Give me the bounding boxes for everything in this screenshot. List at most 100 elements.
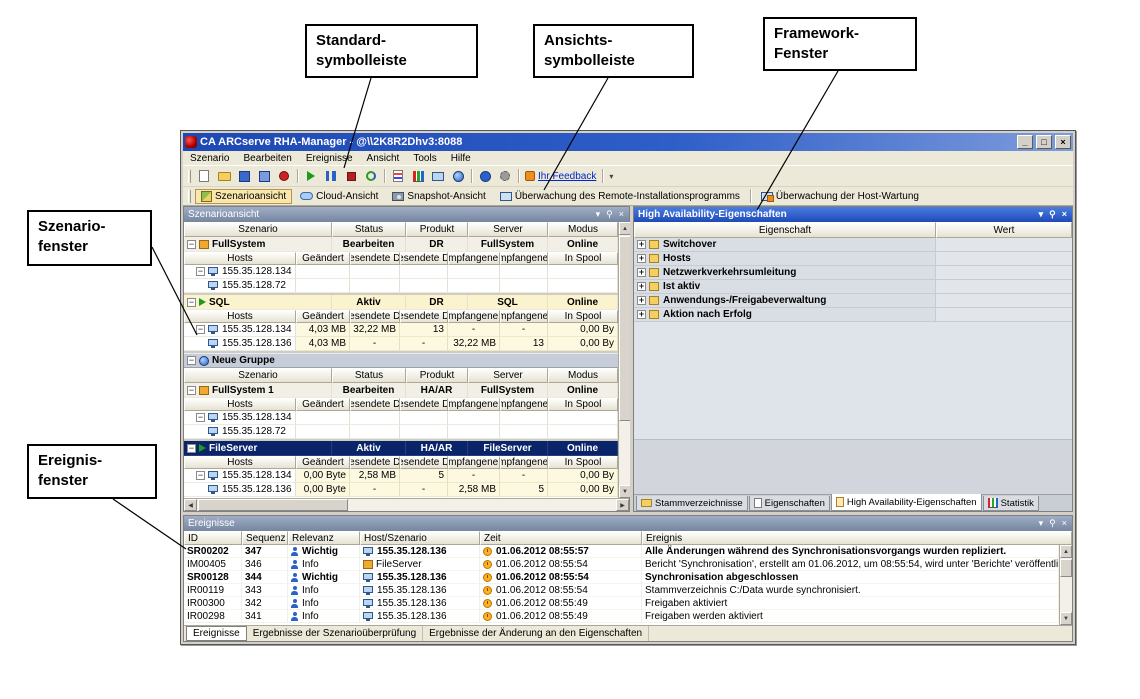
web-portal-button[interactable] <box>449 168 467 185</box>
expand-icon[interactable]: + <box>637 240 646 249</box>
collapse-icon[interactable]: − <box>187 240 196 249</box>
property-row-netzwerkverkehrsumleitung[interactable]: +Netzwerkverkehrsumleitung <box>634 266 1072 280</box>
scrollbar-thumb[interactable] <box>1060 559 1072 577</box>
host-monitor-button[interactable] <box>429 168 447 185</box>
property-row-hosts[interactable]: +Hosts <box>634 252 1072 266</box>
scroll-right-icon[interactable]: ▶ <box>616 499 629 511</box>
column-header-ereignis[interactable]: Ereignis <box>642 531 1072 545</box>
event-row[interactable]: SR00202 347 Wichtig 155.35.128.136 01.06… <box>184 545 1059 558</box>
toolbar-grip[interactable] <box>188 190 191 203</box>
collapse-icon[interactable]: − <box>196 325 205 334</box>
panel-menu-icon[interactable]: ▾ <box>1038 210 1045 219</box>
tab-ereignisse[interactable]: Ereignisse <box>186 626 247 641</box>
scenario-row-fullsystem-1[interactable]: −FullSystem 1 Bearbeiten HA/AR FullSyste… <box>184 383 618 398</box>
view-button-cloud-ansicht[interactable]: Cloud-Ansicht <box>294 189 384 204</box>
close-button[interactable]: × <box>1055 135 1071 149</box>
column-header-id[interactable]: ID <box>184 531 242 545</box>
tab-eigenschaften[interactable]: Eigenschaften <box>749 496 830 511</box>
scenario-panel-titlebar[interactable]: Szenarioansicht ▾ ⚲ × <box>184 207 629 222</box>
run-scenario-button[interactable] <box>302 168 320 185</box>
minimize-button[interactable]: _ <box>1017 135 1033 149</box>
expand-icon[interactable]: + <box>637 310 646 319</box>
tab-stammverzeichnisse[interactable]: Stammverzeichnisse <box>636 496 748 511</box>
panel-menu-icon[interactable]: ▾ <box>1038 519 1045 528</box>
host-row[interactable]: −155.35.128.134 4,03 MB 32,22 MB 13 - - … <box>184 323 618 337</box>
new-scenario-button[interactable] <box>195 168 213 185</box>
panel-menu-icon[interactable]: ▾ <box>595 210 602 219</box>
window-titlebar[interactable]: CA ARCserve RHA-Manager - @\\2K8R2Dhv3:8… <box>183 133 1073 151</box>
event-row[interactable]: IR00300 342 Info 155.35.128.136 01.06.20… <box>184 597 1059 610</box>
settings-button[interactable] <box>496 168 514 185</box>
host-row[interactable]: 155.35.128.72 <box>184 425 618 439</box>
property-row-ist-aktiv[interactable]: +Ist aktiv <box>634 280 1072 294</box>
framework-panel-titlebar[interactable]: High Availability-Eigenschaften ▾ ⚲ × <box>634 207 1072 222</box>
event-row[interactable]: SR00128 344 Wichtig 155.35.128.136 01.06… <box>184 571 1059 584</box>
panel-close-icon[interactable]: × <box>1061 210 1068 219</box>
suspend-replication-button[interactable] <box>322 168 340 185</box>
events-panel-titlebar[interactable]: Ereignisse ▾ ⚲ × <box>184 516 1072 531</box>
column-header-sequenz[interactable]: Sequenz▽ <box>242 531 288 545</box>
menu-tools[interactable]: Tools <box>406 153 443 164</box>
view-button-remote-install-monitor[interactable]: Überwachung des Remote-Installationsprog… <box>494 189 746 204</box>
tab-statistik[interactable]: Statistik <box>983 496 1039 511</box>
statistics-button[interactable] <box>409 168 427 185</box>
scrollbar-thumb[interactable] <box>198 499 348 511</box>
info-button[interactable] <box>476 168 494 185</box>
host-row[interactable]: 155.35.128.136 0,00 Byte - - 2,58 MB 5 0… <box>184 483 618 497</box>
panel-close-icon[interactable]: × <box>618 210 625 219</box>
tab-ergebnisse-anderung-eigenschaften[interactable]: Ergebnisse der Änderung an den Eigenscha… <box>423 626 649 641</box>
menu-ereignisse[interactable]: Ereignisse <box>299 153 360 164</box>
expand-icon[interactable]: + <box>637 296 646 305</box>
events-vertical-scrollbar[interactable]: ▲ ▼ <box>1059 545 1072 625</box>
collapse-icon[interactable]: − <box>187 298 196 307</box>
collapse-icon[interactable]: − <box>196 413 205 422</box>
view-button-szenarioansicht[interactable]: Szenarioansicht <box>195 189 292 204</box>
remove-scenario-button[interactable] <box>275 168 293 185</box>
host-row[interactable]: −155.35.128.134 <box>184 411 618 425</box>
host-row[interactable]: 155.35.128.72 <box>184 279 618 293</box>
host-row[interactable]: −155.35.128.134 0,00 Byte 2,58 MB 5 - - … <box>184 469 618 483</box>
difference-report-button[interactable] <box>389 168 407 185</box>
scenario-row-fullsystem[interactable]: −FullSystem Bearbeiten DR FullSystem Onl… <box>184 237 618 252</box>
save-button[interactable] <box>235 168 253 185</box>
expand-icon[interactable]: + <box>637 268 646 277</box>
scenario-row-sql[interactable]: −SQL Aktiv DR SQL Online <box>184 295 618 310</box>
toolbar-grip[interactable] <box>188 170 191 183</box>
collapse-icon[interactable]: − <box>196 267 205 276</box>
save-all-button[interactable] <box>255 168 273 185</box>
expand-icon[interactable]: + <box>637 254 646 263</box>
toolbar-overflow-icon[interactable]: ▾ <box>607 172 615 181</box>
stop-scenario-button[interactable] <box>342 168 360 185</box>
column-header-relevanz[interactable]: Relevanz <box>288 531 360 545</box>
event-row[interactable]: IM00405 346 Info FileServer 01.06.2012 0… <box>184 558 1059 571</box>
scenario-row-fileserver-selected[interactable]: −FileServer Aktiv HA/AR FileServer Onlin… <box>184 441 618 456</box>
group-row-neue-gruppe[interactable]: − Neue Gruppe <box>184 353 618 368</box>
menu-szenario[interactable]: Szenario <box>183 153 236 164</box>
column-header-host-szenario[interactable]: Host/Szenario <box>360 531 480 545</box>
collapse-icon[interactable]: − <box>196 471 205 480</box>
property-row-anwendungs-freigabeverwaltung[interactable]: +Anwendungs-/Freigabeverwaltung <box>634 294 1072 308</box>
view-button-snapshot-ansicht[interactable]: Snapshot-Ansicht <box>386 189 491 204</box>
collapse-icon[interactable]: − <box>187 356 196 365</box>
view-button-host-maintenance-monitor[interactable]: Überwachung der Host-Wartung <box>755 189 925 204</box>
feedback-link[interactable]: Ihr Feedback <box>523 171 598 182</box>
scroll-up-icon[interactable]: ▲ <box>1060 545 1072 558</box>
event-row[interactable]: IR00298 341 Info 155.35.128.136 01.06.20… <box>184 610 1059 623</box>
panel-close-icon[interactable]: × <box>1061 519 1068 528</box>
menu-bearbeiten[interactable]: Bearbeiten <box>236 153 298 164</box>
collapse-icon[interactable]: − <box>187 444 196 453</box>
tab-ergebnisse-szenariouberprufung[interactable]: Ergebnisse der Szenarioüberprüfung <box>247 626 423 641</box>
synchronize-button[interactable] <box>362 168 380 185</box>
panel-pin-icon[interactable]: ⚲ <box>1048 210 1057 219</box>
panel-pin-icon[interactable]: ⚲ <box>1048 519 1057 528</box>
collapse-icon[interactable]: − <box>187 386 196 395</box>
maximize-button[interactable]: □ <box>1036 135 1052 149</box>
panel-pin-icon[interactable]: ⚲ <box>605 210 614 219</box>
event-row[interactable]: IR00119 343 Info 155.35.128.136 01.06.20… <box>184 584 1059 597</box>
property-row-switchover[interactable]: +Switchover <box>634 238 1072 252</box>
open-scenario-button[interactable] <box>215 168 233 185</box>
scenario-horizontal-scrollbar[interactable]: ◀ ▶ <box>184 498 629 511</box>
property-row-aktion-nach-erfolg[interactable]: +Aktion nach Erfolg <box>634 308 1072 322</box>
scroll-down-icon[interactable]: ▼ <box>1060 612 1072 625</box>
menu-hilfe[interactable]: Hilfe <box>444 153 478 164</box>
